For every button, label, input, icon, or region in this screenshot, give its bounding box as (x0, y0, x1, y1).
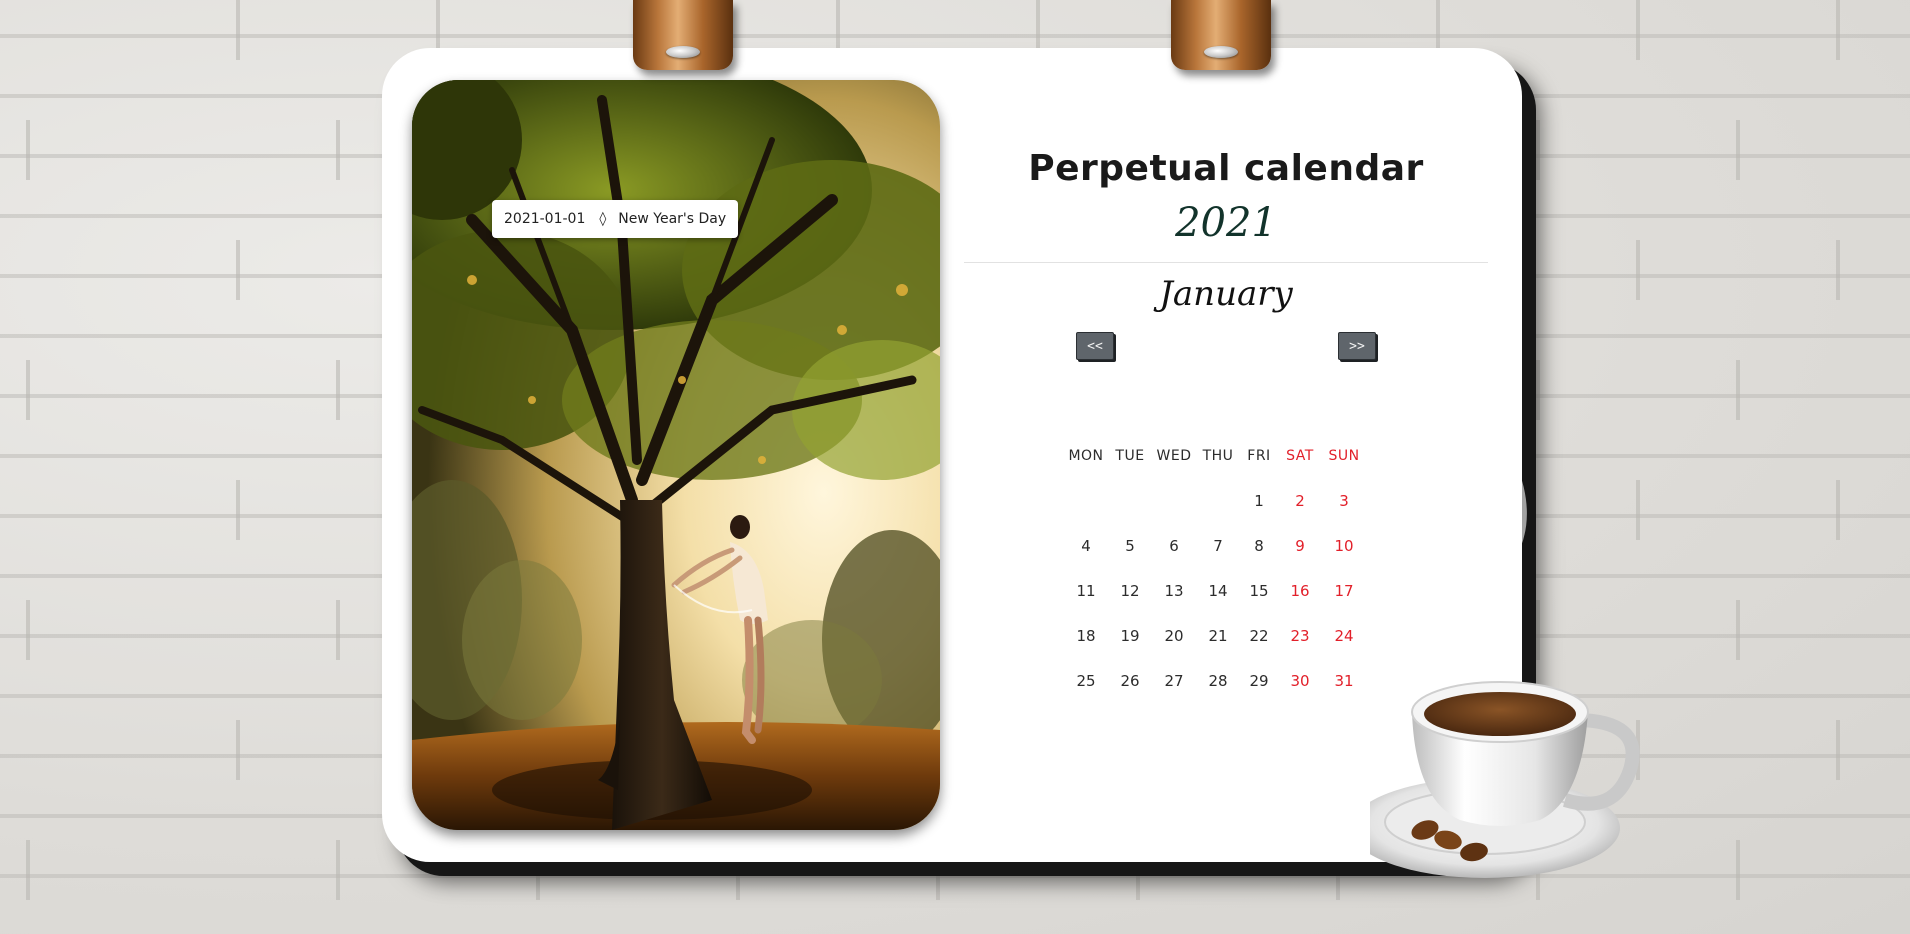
weekday-label: TUE (1115, 448, 1145, 464)
day-cell[interactable]: 13 (1152, 582, 1196, 600)
day-cell[interactable]: 11 (1064, 582, 1108, 600)
day-cell-weekend[interactable]: 2 (1278, 492, 1322, 510)
tree-dancer-photo (412, 80, 940, 830)
day-cell[interactable]: 26 (1108, 672, 1152, 690)
calendar-week: 1 2 3 (1064, 478, 1384, 523)
weekday-label: THU (1202, 448, 1234, 464)
day-cell[interactable]: 12 (1108, 582, 1152, 600)
weekday-label: WED (1156, 448, 1192, 464)
weekday-label-weekend: SUN (1328, 448, 1360, 464)
day-cell[interactable]: 14 (1196, 582, 1240, 600)
rivet-icon (666, 46, 700, 58)
day-cell[interactable]: 22 (1240, 627, 1278, 645)
next-month-button[interactable]: >> (1338, 332, 1376, 360)
calendar-week: 4 5 6 7 8 9 10 (1064, 523, 1384, 568)
prev-month-button[interactable]: << (1076, 332, 1114, 360)
weekday-label-weekend: SAT (1286, 448, 1314, 464)
day-cell[interactable]: 4 (1064, 537, 1108, 555)
day-cell[interactable]: 20 (1152, 627, 1196, 645)
calendar-title: Perpetual calendar (1028, 148, 1424, 189)
day-cell[interactable]: 25 (1064, 672, 1108, 690)
day-cell-weekend[interactable]: 10 (1322, 537, 1366, 555)
day-cell[interactable]: 5 (1108, 537, 1152, 555)
day-cell-weekend[interactable]: 9 (1278, 537, 1322, 555)
day-cell[interactable]: 15 (1240, 582, 1278, 600)
calendar-grid: MON TUE WED THU FRI SAT SUN 1 2 3 4 5 6 … (1064, 434, 1384, 703)
divider (964, 262, 1488, 263)
day-cell[interactable]: 8 (1240, 537, 1278, 555)
day-cell[interactable]: 1 (1240, 492, 1278, 510)
day-cell-weekend[interactable]: 16 (1278, 582, 1322, 600)
day-cell[interactable]: 21 (1196, 627, 1240, 645)
weekday-header: MON TUE WED THU FRI SAT SUN (1064, 434, 1384, 478)
calendar-month: January (1159, 274, 1293, 314)
day-cell-weekend[interactable]: 3 (1322, 492, 1366, 510)
binder-clip-left-icon (633, 0, 733, 70)
day-cell[interactable]: 18 (1064, 627, 1108, 645)
weekday-label: FRI (1247, 448, 1271, 464)
binder-clip-right-icon (1171, 0, 1271, 70)
calendar-week: 11 12 13 14 15 16 17 (1064, 568, 1384, 613)
day-cell[interactable]: 27 (1152, 672, 1196, 690)
day-cell-weekend[interactable]: 24 (1322, 627, 1366, 645)
holiday-tag: 2021-01-01 ◊ New Year's Day (492, 200, 739, 238)
calendar-board: 2021-01-01 ◊ New Year's Day Perpetual ca… (382, 48, 1522, 862)
day-cell-weekend[interactable]: 17 (1322, 582, 1366, 600)
day-cell[interactable]: 29 (1240, 672, 1278, 690)
calendar-photo: 2021-01-01 ◊ New Year's Day (412, 80, 940, 830)
holiday-date: 2021-01-01 (504, 211, 586, 227)
day-cell-weekend[interactable]: 31 (1322, 672, 1366, 690)
rivet-icon (1204, 46, 1238, 58)
day-cell-weekend[interactable]: 23 (1278, 627, 1322, 645)
day-cell[interactable]: 7 (1196, 537, 1240, 555)
day-cell-weekend[interactable]: 30 (1278, 672, 1322, 690)
coffee-cup-icon (1370, 436, 1640, 878)
day-cell[interactable]: 28 (1196, 672, 1240, 690)
weekday-label: MON (1068, 448, 1104, 464)
calendar-week: 25 26 27 28 29 30 31 (1064, 658, 1384, 703)
holiday-name: New Year's Day (618, 211, 727, 227)
calendar-year: 2021 (1175, 200, 1277, 246)
calendar-week: 18 19 20 21 22 23 24 (1064, 613, 1384, 658)
diamond-separator-icon: ◊ (599, 211, 607, 227)
day-cell[interactable]: 6 (1152, 537, 1196, 555)
day-cell[interactable]: 19 (1108, 627, 1152, 645)
